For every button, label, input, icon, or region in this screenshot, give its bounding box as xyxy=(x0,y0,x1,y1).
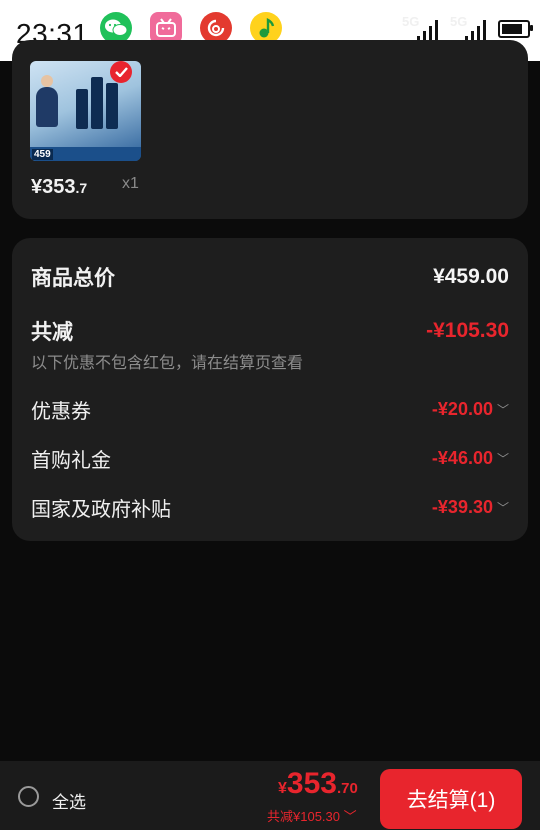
government-subsidy-value: -¥39.30 ﹀ xyxy=(431,497,509,517)
total-price-value: ¥459.00 xyxy=(433,265,509,288)
item-quantity: x1 xyxy=(122,175,139,192)
first-purchase-gift-value: -¥46.00 ﹀ xyxy=(431,448,509,468)
chevron-down-icon: ﹀ xyxy=(343,809,357,824)
select-all-radio[interactable] xyxy=(18,786,39,807)
select-all-label[interactable]: 全选 xyxy=(52,788,86,813)
checkout-bar: 全选 ¥353.70 共减¥105.30 ﹀ 去结算(1) xyxy=(0,761,540,830)
government-subsidy-row[interactable]: 国家及政府补贴 -¥39.30 ﹀ xyxy=(31,493,509,522)
thumbnail-price: 459 xyxy=(32,149,53,160)
government-subsidy-label: 国家及政府补贴 xyxy=(31,499,171,521)
chevron-down-icon: ﹀ xyxy=(496,501,509,515)
item-price: ¥353.7 xyxy=(31,176,88,198)
total-price-row: 商品总价 ¥459.00 xyxy=(31,262,509,292)
checkout-discount[interactable]: 共减¥105.30 ﹀ xyxy=(267,806,357,825)
battery-icon xyxy=(498,20,533,38)
first-purchase-gift-row[interactable]: 首购礼金 -¥46.00 ﹀ xyxy=(31,444,509,473)
discount-note: 以下优惠不包含红包，请在结算页查看 xyxy=(31,355,304,372)
checkout-button[interactable]: 去结算(1) xyxy=(380,769,522,829)
discount-label: 共减 xyxy=(31,321,73,344)
chevron-down-icon: ﹀ xyxy=(496,452,509,466)
item-selected-check-icon[interactable] xyxy=(110,61,132,83)
chevron-down-icon: ﹀ xyxy=(496,403,509,417)
coupon-label: 优惠券 xyxy=(31,401,91,423)
price-summary-card: 商品总价 ¥459.00 共减 -¥105.30 以下优惠不包含红包，请在结算页… xyxy=(12,238,528,541)
discount-value: -¥105.30 xyxy=(426,319,509,342)
total-price-label: 商品总价 xyxy=(31,267,115,290)
coupon-row[interactable]: 优惠券 -¥20.00 ﹀ xyxy=(31,395,509,424)
checkout-total: ¥353.70 xyxy=(278,767,358,800)
product-image-person xyxy=(36,75,58,127)
cart-item-card: 459 ¥353.7 x1 xyxy=(12,40,528,219)
coupon-value: -¥20.00 ﹀ xyxy=(431,399,509,419)
product-thumbnail[interactable]: 459 xyxy=(30,61,141,161)
first-purchase-gift-label: 首购礼金 xyxy=(31,450,111,472)
discount-row: 共减 -¥105.30 xyxy=(31,316,509,346)
